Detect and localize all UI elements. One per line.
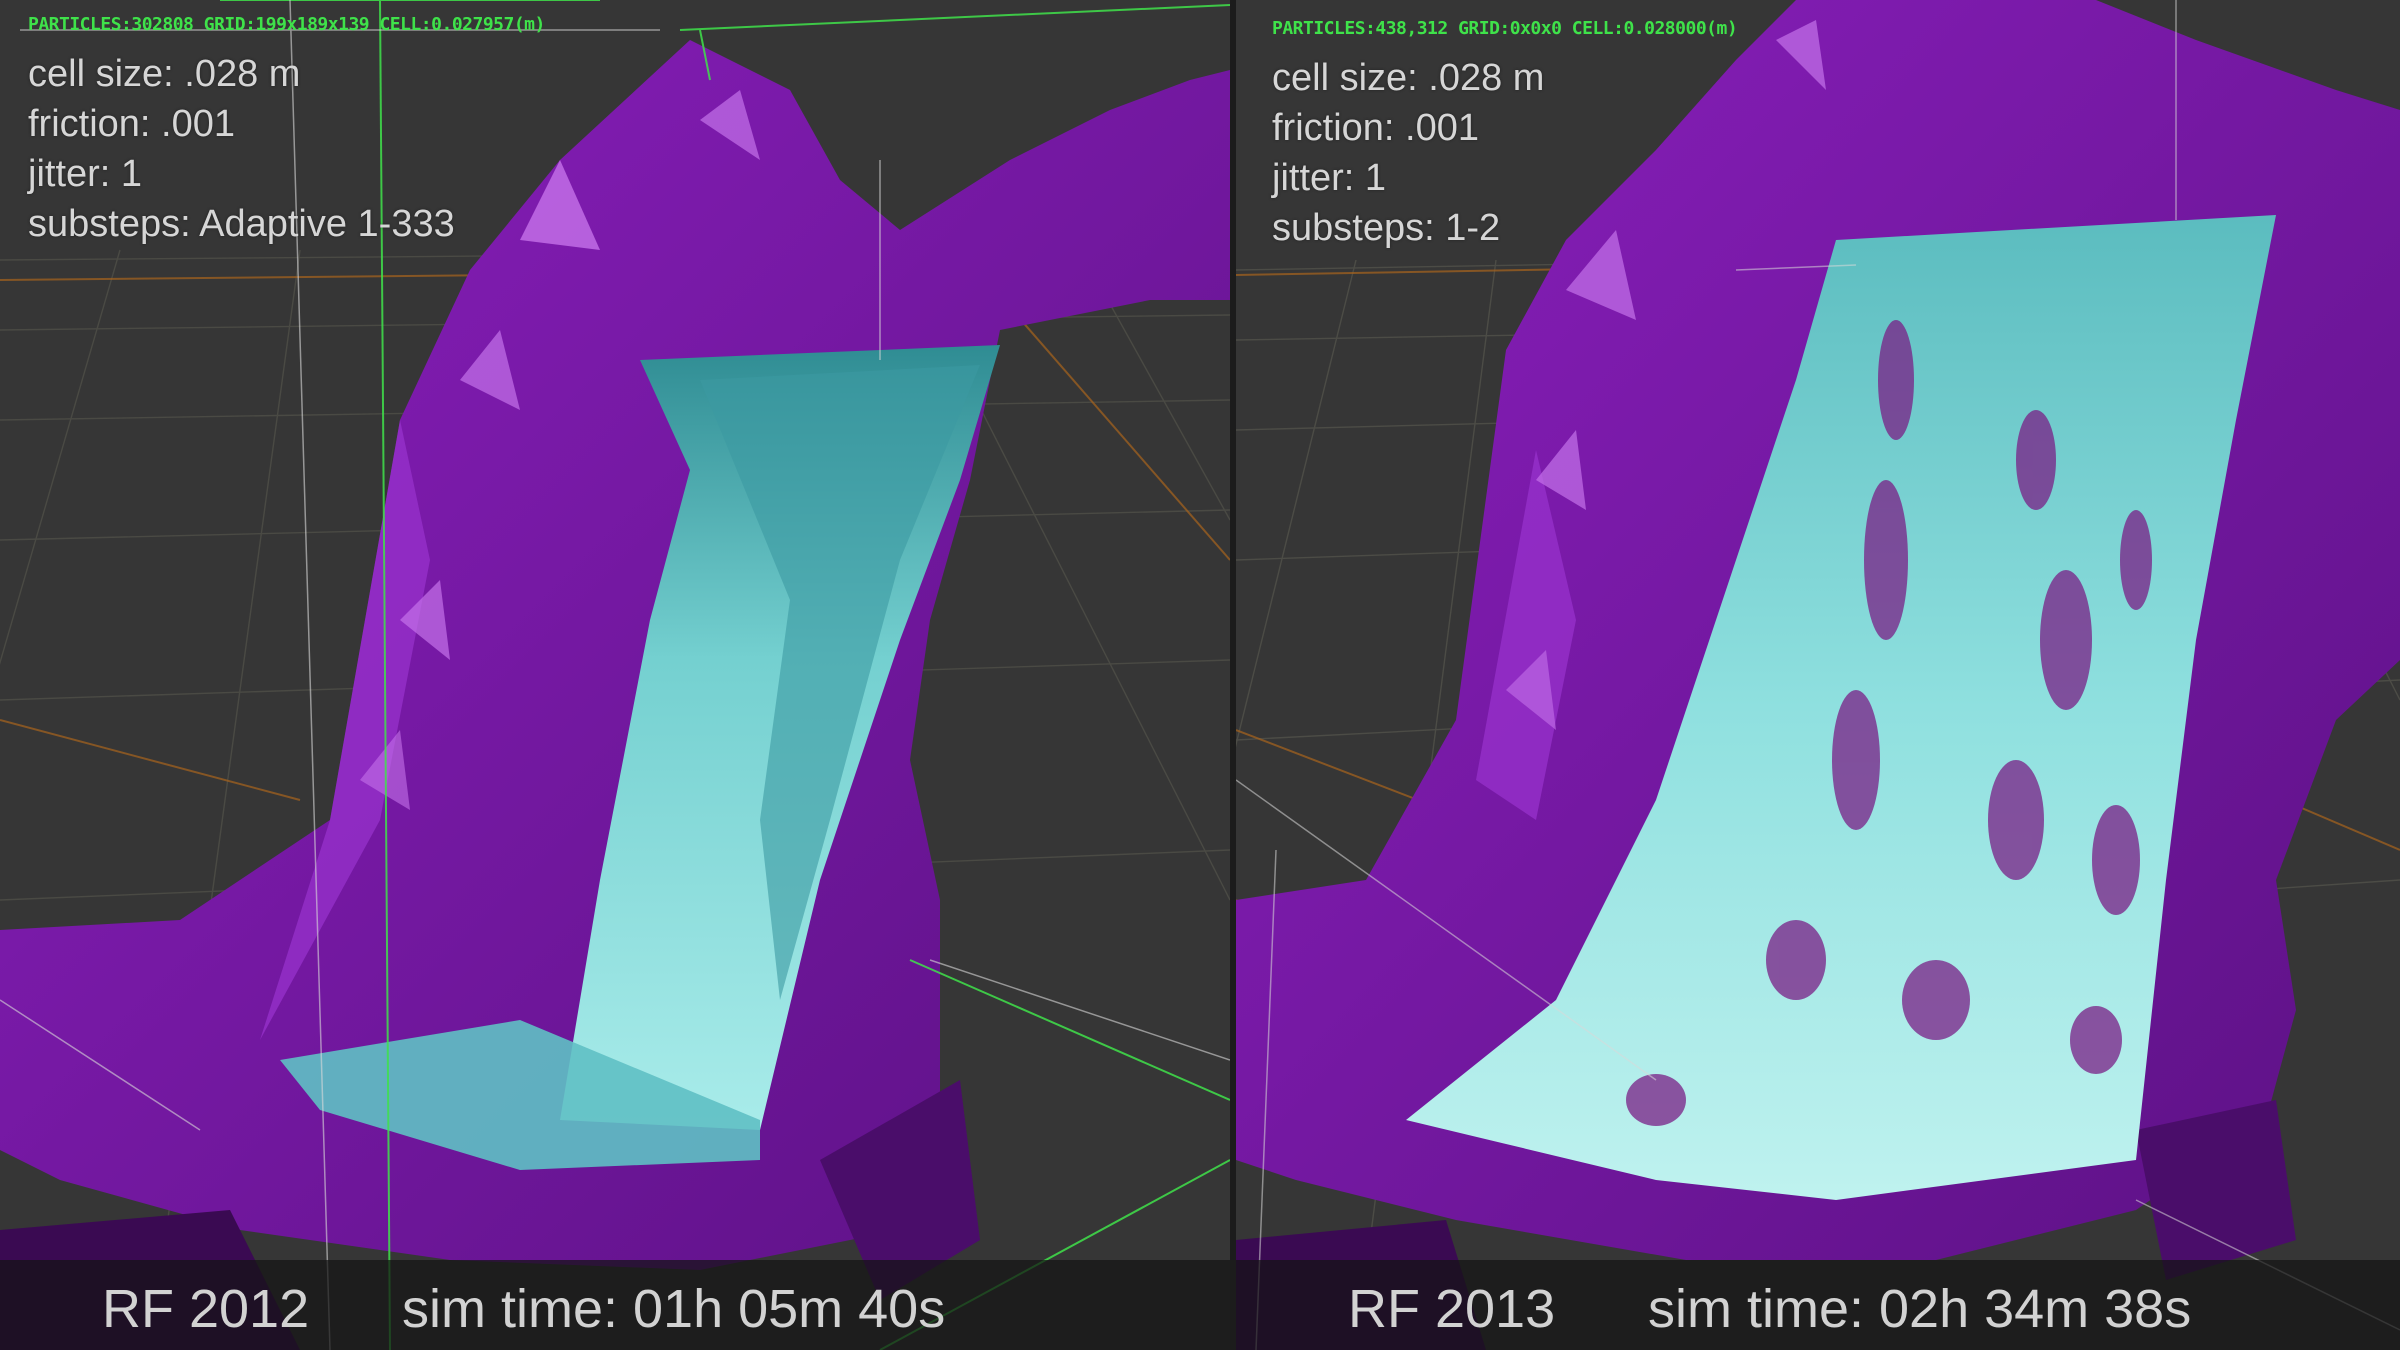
- hud-overlay: PARTICLES:302808 GRID:199x189x139 CELL:0…: [28, 14, 545, 249]
- param-jitter: jitter: 1: [28, 153, 143, 195]
- sim-time-label: sim time: 02h 34m 38s: [1648, 1279, 2192, 1339]
- sim-parameters: cell size: .028 m friction: .001 jitter:…: [28, 49, 545, 249]
- param-friction: friction: .001: [1272, 107, 1479, 149]
- viewport-rf2012[interactable]: PARTICLES:302808 GRID:199x189x139 CELL:0…: [0, 0, 1230, 1350]
- viewport-rf2013[interactable]: PARTICLES:438,312 GRID:0x0x0 CELL:0.0280…: [1236, 0, 2400, 1350]
- param-jitter: jitter: 1: [1272, 157, 1387, 199]
- version-label: RF 2012: [102, 1279, 310, 1339]
- sim-parameters: cell size: .028 m friction: .001 jitter:…: [1272, 53, 1737, 253]
- version-label: RF 2013: [1348, 1279, 1556, 1339]
- particle-stats: PARTICLES:438,312 GRID:0x0x0 CELL:0.0280…: [1272, 18, 1738, 39]
- param-friction: friction: .001: [28, 103, 235, 145]
- hud-overlay: PARTICLES:438,312 GRID:0x0x0 CELL:0.0280…: [1272, 18, 1738, 253]
- caption-bar: RF 2013 sim time: 02h 34m 38s: [1236, 1260, 2400, 1350]
- param-substeps: substeps: Adaptive 1-333: [28, 203, 455, 245]
- param-cell-size: cell size: .028 m: [28, 53, 301, 95]
- caption-bar: RF 2012 sim time: 01h 05m 40s: [0, 1260, 1230, 1350]
- particle-stats: PARTICLES:302808 GRID:199x189x139 CELL:0…: [28, 14, 545, 35]
- param-cell-size: cell size: .028 m: [1272, 57, 1545, 99]
- param-substeps: substeps: 1-2: [1272, 207, 1501, 249]
- sim-time-label: sim time: 01h 05m 40s: [402, 1279, 946, 1339]
